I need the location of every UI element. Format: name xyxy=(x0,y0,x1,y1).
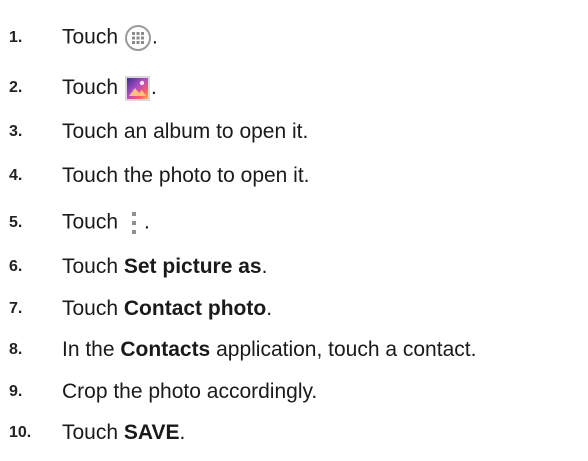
step-number: 4. xyxy=(9,167,23,184)
step-3: 3. Touch an album to open it. xyxy=(0,115,308,149)
step-text: Touch the photo to open it. xyxy=(62,164,310,187)
step-number: 9. xyxy=(9,383,23,400)
step-5: 5. Touch . xyxy=(0,206,150,240)
gallery-icon xyxy=(125,75,151,101)
step-text: Touch . xyxy=(62,75,157,102)
step-number: 7. xyxy=(9,300,23,317)
step-10: 10. Touch SAVE. xyxy=(0,416,185,450)
step-4: 4. Touch the photo to open it. xyxy=(0,159,310,193)
step-text: Touch Contact photo. xyxy=(62,297,273,320)
step-text: Touch SAVE. xyxy=(62,421,186,444)
step-8: 8. In the Contacts application, touch a … xyxy=(0,333,476,367)
step-number: 3. xyxy=(9,123,23,140)
step-6: 6. Touch Set picture as. xyxy=(0,250,267,284)
step-number: 2. xyxy=(9,79,23,96)
step-1: 1. Touch . xyxy=(0,21,158,55)
step-number: 6. xyxy=(9,258,23,275)
step-number: 1. xyxy=(9,29,23,46)
step-text: Touch an album to open it. xyxy=(62,120,309,143)
step-number: 8. xyxy=(9,341,23,358)
step-7: 7. Touch Contact photo. xyxy=(0,292,272,326)
step-text: Touch . xyxy=(62,210,150,236)
instruction-list: 1. Touch . 2. Touch . 3. Touch an album … xyxy=(0,0,588,461)
apps-grid-icon xyxy=(125,25,152,51)
step-number: 5. xyxy=(9,214,23,231)
step-text: In the Contacts application, touch a con… xyxy=(62,338,477,361)
step-text: Crop the photo accordingly. xyxy=(62,380,318,403)
overflow-menu-icon xyxy=(132,212,137,234)
step-2: 2. Touch . xyxy=(0,71,157,105)
step-9: 9. Crop the photo accordingly. xyxy=(0,375,317,409)
step-text: Touch Set picture as. xyxy=(62,255,268,278)
step-text: Touch . xyxy=(62,24,158,52)
step-number: 10. xyxy=(9,424,32,441)
